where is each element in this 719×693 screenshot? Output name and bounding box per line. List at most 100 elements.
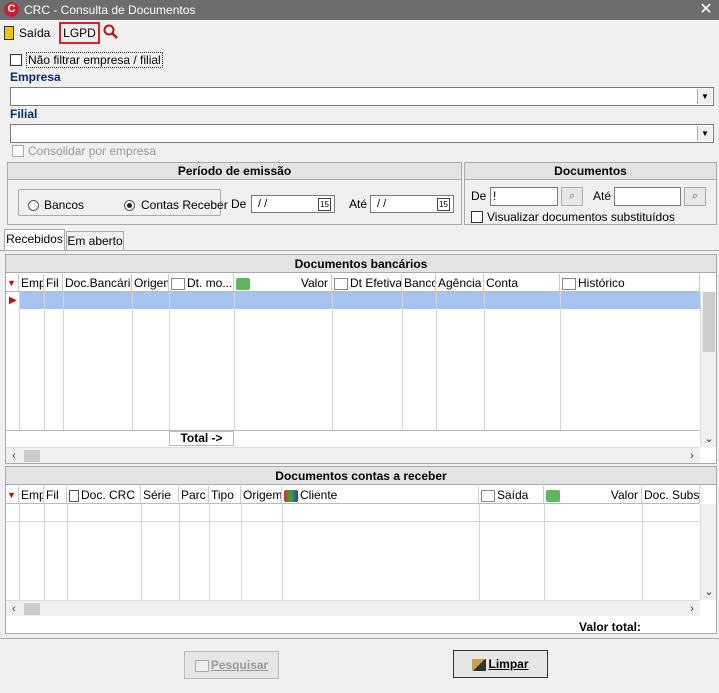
contas-label: Contas Receber bbox=[141, 198, 228, 212]
column-header-doc-crc[interactable]: Doc. CRC bbox=[67, 486, 141, 504]
doc-ate-input[interactable] bbox=[614, 187, 681, 206]
periodo-ate-input[interactable]: / / 15 bbox=[370, 195, 454, 213]
close-icon[interactable]: ✕ bbox=[697, 0, 715, 20]
periodo-de-label: De bbox=[231, 197, 247, 211]
vertical-scrollbar[interactable]: ⌄ bbox=[700, 292, 716, 447]
calendar-icon bbox=[481, 489, 495, 502]
vertical-scrollbar[interactable]: ⌄ bbox=[700, 504, 716, 600]
column-header[interactable]: Agência bbox=[436, 274, 484, 292]
horizontal-scrollbar[interactable]: ‹ › bbox=[6, 447, 700, 463]
tab-em-aberto[interactable]: Em aberto bbox=[66, 231, 124, 251]
sort-arrow-icon[interactable]: ▼ bbox=[6, 274, 19, 292]
chevron-right-icon[interactable]: › bbox=[684, 448, 700, 464]
bancarios-header-row: ▼ Emp Fil Doc.Bancário Origem Dt. mo... … bbox=[6, 274, 718, 293]
column-header[interactable]: Conta bbox=[484, 274, 560, 292]
tab-recebidos[interactable]: Recebidos bbox=[4, 229, 65, 251]
grid-line bbox=[179, 504, 180, 600]
chevron-down-icon[interactable]: ▼ bbox=[697, 126, 712, 141]
pesquisar-button[interactable]: Pesquisar bbox=[184, 651, 279, 679]
consolidar-label: Consolidar por empresa bbox=[28, 144, 157, 158]
filial-combo[interactable]: ▼ bbox=[10, 124, 714, 143]
contas-radio[interactable] bbox=[124, 200, 135, 211]
consolidar-checkbox[interactable] bbox=[12, 145, 24, 157]
search-icon[interactable] bbox=[103, 24, 119, 40]
column-header[interactable]: Banco bbox=[402, 274, 436, 292]
column-header[interactable]: Emp bbox=[19, 486, 44, 504]
visualizar-checkbox[interactable] bbox=[471, 211, 483, 223]
column-header-dt-mov[interactable]: Dt. mo... bbox=[169, 274, 234, 292]
exit-button[interactable]: Saída bbox=[2, 23, 52, 43]
column-header[interactable]: Doc.Bancário bbox=[63, 274, 132, 292]
calendar-icon[interactable]: 15 bbox=[318, 198, 331, 211]
binoculars-icon[interactable]: ⌕ bbox=[684, 187, 706, 206]
grid-line bbox=[544, 504, 545, 600]
column-label: Dt. mo... bbox=[187, 276, 233, 290]
empresa-combo[interactable]: ▼ bbox=[10, 87, 714, 106]
grid-line bbox=[19, 504, 20, 600]
door-icon bbox=[4, 26, 14, 40]
chevron-down-icon[interactable]: ⌄ bbox=[701, 584, 717, 600]
column-label: Saída bbox=[497, 488, 529, 502]
scroll-thumb[interactable] bbox=[24, 450, 40, 462]
chevron-right-icon[interactable]: › bbox=[684, 601, 700, 617]
chevron-left-icon[interactable]: ‹ bbox=[6, 448, 22, 464]
no-filter-checkbox[interactable] bbox=[10, 54, 22, 66]
doc-ate-label: Até bbox=[593, 189, 612, 203]
binoculars-icon[interactable]: ⌕ bbox=[561, 187, 583, 206]
column-header[interactable]: Parc bbox=[179, 486, 209, 504]
column-header-cliente[interactable]: Cliente bbox=[282, 486, 479, 504]
scroll-thumb[interactable] bbox=[24, 603, 40, 615]
document-icon bbox=[69, 489, 79, 502]
grid-line bbox=[169, 292, 170, 430]
column-header-dt-efetiva[interactable]: Dt Efetiva bbox=[332, 274, 402, 292]
scroll-thumb[interactable] bbox=[703, 292, 715, 352]
limpar-button[interactable]: Limpar bbox=[453, 650, 548, 678]
bancos-label: Bancos bbox=[44, 198, 85, 212]
periodo-ate-label: Até bbox=[349, 197, 368, 211]
grid-line bbox=[44, 504, 45, 600]
column-header[interactable]: Emp bbox=[19, 274, 44, 292]
periodo-de-input[interactable]: / / 15 bbox=[251, 195, 335, 213]
broom-icon bbox=[472, 658, 487, 671]
column-header[interactable]: Série bbox=[141, 486, 179, 504]
doc-de-input[interactable]: ! bbox=[490, 187, 558, 206]
chevron-down-icon[interactable]: ⌄ bbox=[701, 431, 717, 447]
calendar-icon[interactable]: 15 bbox=[437, 198, 450, 211]
column-label: Dt Efetiva bbox=[350, 276, 402, 290]
edit-document-icon bbox=[562, 277, 576, 290]
contas-header-row: ▼ Emp Fil Doc. CRC Série Parc Tipo Orige… bbox=[6, 486, 718, 505]
column-header-historico[interactable]: Histórico bbox=[560, 274, 700, 292]
window-title: CRC - Consulta de Documentos bbox=[24, 3, 196, 17]
column-header[interactable]: Fil bbox=[44, 274, 63, 292]
total-label: Total -> bbox=[169, 431, 234, 446]
column-header-saida[interactable]: Saída bbox=[479, 486, 544, 504]
periodo-header: Período de emissão bbox=[8, 163, 461, 180]
column-header[interactable]: Tipo bbox=[209, 486, 241, 504]
column-label: Doc. CRC bbox=[81, 488, 136, 502]
contas-grid: Documentos contas a receber ▼ Emp Fil Do… bbox=[5, 466, 717, 634]
contas-caption: Documentos contas a receber bbox=[6, 467, 716, 485]
column-header-valor[interactable]: Valor bbox=[544, 486, 642, 504]
chevron-down-icon[interactable]: ▼ bbox=[697, 89, 712, 104]
column-header[interactable]: Doc. Subst. bbox=[642, 486, 700, 504]
bancos-radio[interactable] bbox=[28, 200, 39, 211]
table-row-selected[interactable] bbox=[19, 292, 700, 309]
horizontal-scrollbar[interactable]: ‹ › bbox=[6, 600, 700, 616]
calendar-icon bbox=[334, 277, 348, 290]
money-icon bbox=[546, 489, 560, 502]
column-header[interactable]: Fil bbox=[44, 486, 67, 504]
empresa-label: Empresa bbox=[10, 70, 61, 84]
app-logo-icon: C bbox=[4, 2, 19, 17]
grid-line bbox=[63, 292, 64, 430]
chevron-left-icon[interactable]: ‹ bbox=[6, 601, 22, 617]
column-header[interactable]: Origem bbox=[241, 486, 282, 504]
sort-arrow-icon[interactable]: ▼ bbox=[6, 486, 19, 504]
tab-divider bbox=[0, 250, 719, 251]
column-header[interactable]: Origem bbox=[132, 274, 169, 292]
calendar-icon bbox=[171, 277, 185, 290]
title-bar: C CRC - Consulta de Documentos ✕ bbox=[0, 0, 719, 20]
lgpd-button[interactable]: LGPD bbox=[59, 22, 100, 44]
periodo-ate-value: / / bbox=[377, 198, 387, 210]
column-header-valor[interactable]: Valor bbox=[234, 274, 332, 292]
grid-line bbox=[332, 292, 333, 430]
